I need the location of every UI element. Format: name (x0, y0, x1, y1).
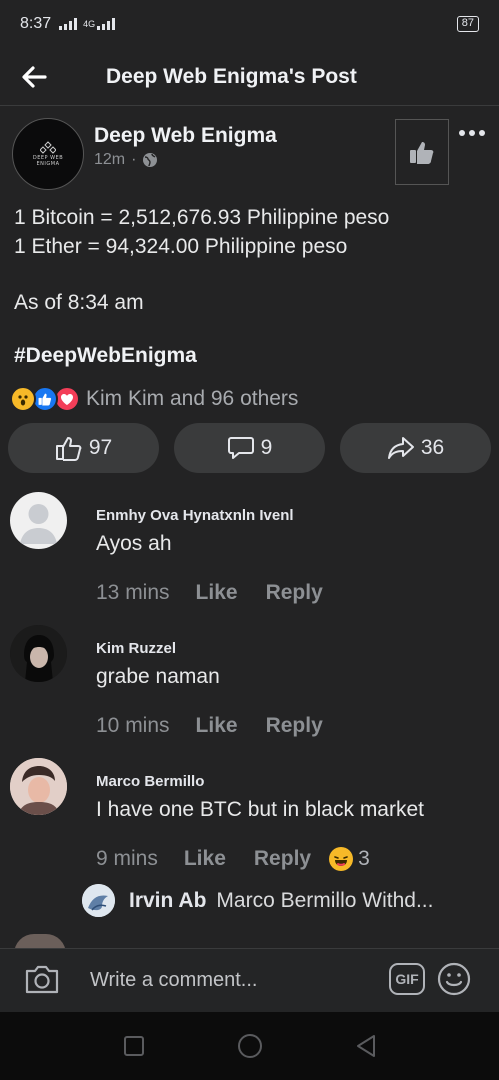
comment-meta: 9 mins Like Reply 3 (96, 847, 370, 871)
reply-preview[interactable]: Irvin Ab Marco Bermillo Withd... (82, 884, 433, 917)
status-time: 8:37 (20, 15, 52, 32)
post-meta: 12m · (94, 151, 158, 169)
reactions-text: Kim Kim and 96 others (86, 387, 299, 410)
comment-time: 9 mins (96, 847, 158, 870)
default-avatar-icon (20, 504, 57, 544)
comment-reply-button[interactable]: Reply (266, 714, 323, 738)
arrow-left-icon (22, 65, 47, 88)
comment-like-button[interactable]: Like (184, 847, 226, 871)
emoji-button[interactable] (436, 961, 472, 1002)
comment-composer: Write a comment... GIF (0, 948, 499, 1012)
comment-time: 10 mins (96, 714, 170, 737)
like-count: 97 (88, 436, 113, 459)
status-bar: 8:37 4G 87 (0, 0, 499, 48)
signal-icon (59, 18, 78, 30)
page-avatar[interactable]: DEEP WEB ENIGMA (12, 118, 84, 190)
back-nav-icon[interactable] (355, 1034, 377, 1058)
camera-icon (25, 965, 59, 994)
recents-icon[interactable] (123, 1035, 145, 1057)
page-title: Deep Web Enigma's Post (106, 64, 357, 88)
logo-icon (40, 141, 56, 154)
comment-meta: 13 mins Like Reply (96, 581, 323, 605)
post-header: DEEP WEB ENIGMA Deep Web Enigma 12m · (10, 116, 489, 192)
user-photo-icon (10, 625, 67, 682)
comment-reply-button[interactable]: Reply (254, 847, 311, 871)
comment-author[interactable]: Marco Bermillo (96, 773, 204, 790)
comment-count: 9 (260, 436, 273, 459)
reply-avatar (82, 884, 115, 917)
globe-icon (143, 153, 158, 167)
system-nav-bar (0, 1012, 499, 1080)
battery-icon: 87 (456, 16, 479, 32)
comment-text: I have one BTC but in black market (96, 798, 424, 821)
reply-text: Marco Bermillo Withd... (216, 888, 434, 912)
page-name[interactable]: Deep Web Enigma (94, 124, 277, 148)
more-options-button[interactable] (454, 130, 490, 136)
share-arrow-icon (387, 437, 414, 459)
haha-reaction-icon[interactable] (329, 847, 354, 871)
reply-author: Irvin Ab (129, 888, 207, 912)
post-line: 1 Ether = 94,324.00 Philippine peso (14, 235, 348, 258)
comment-author[interactable]: Kim Ruzzel (96, 640, 176, 657)
post-text: 1 Bitcoin = 2,512,676.93 Philippine peso… (14, 203, 389, 317)
comment-meta: 10 mins Like Reply (96, 714, 323, 738)
comment-time: 13 mins (96, 581, 170, 604)
comment-reaction-count: 3 (358, 847, 370, 870)
network-type: 4G (83, 19, 96, 29)
user-photo-icon (10, 758, 67, 815)
dot-icon (479, 130, 485, 136)
dot-icon (469, 130, 475, 136)
signal-icon-2 (97, 18, 116, 30)
thumbs-up-outline-icon (55, 437, 82, 461)
thumbs-up-icon (410, 142, 434, 164)
smiley-icon (437, 962, 471, 996)
comment-author[interactable]: Enmhy Ova Hynatxnln Ivenl (96, 507, 294, 524)
post-actions: 97 9 36 (8, 423, 491, 473)
share-button[interactable]: 36 (340, 423, 491, 473)
hashtag-link[interactable]: #DeepWebEnigma (14, 344, 197, 368)
meta-dot: · (131, 151, 137, 168)
home-icon[interactable] (237, 1033, 263, 1059)
comment-button[interactable]: 9 (174, 423, 325, 473)
comment-like-button[interactable]: Like (196, 581, 238, 605)
comment-text: grabe naman (96, 665, 220, 688)
like-page-button[interactable] (395, 119, 449, 185)
reactions-summary[interactable]: Kim Kim and 96 others (10, 384, 298, 414)
avatar-logo-text: DEEP WEB ENIGMA (32, 155, 64, 167)
wow-icon (10, 386, 36, 412)
post-line: 1 Bitcoin = 2,512,676.93 Philippine peso (14, 206, 390, 229)
avatar[interactable] (10, 492, 67, 549)
back-button[interactable] (16, 59, 52, 95)
top-app-bar: Deep Web Enigma's Post (0, 48, 499, 106)
post-time[interactable]: 12m (94, 151, 125, 169)
post-line: As of 8:34 am (14, 291, 144, 314)
gif-button[interactable]: GIF (389, 963, 425, 995)
like-button[interactable]: 97 (8, 423, 159, 473)
comment-like-button[interactable]: Like (196, 714, 238, 738)
comment-reply-button[interactable]: Reply (266, 581, 323, 605)
avatar[interactable] (10, 625, 67, 682)
comment-bubble-icon (227, 437, 254, 459)
user-photo-icon (82, 884, 115, 917)
dot-icon (459, 130, 465, 136)
comment-text: Ayos ah (96, 532, 172, 555)
comment-input[interactable]: Write a comment... (90, 969, 257, 992)
camera-button[interactable] (24, 963, 60, 1000)
share-count: 36 (420, 436, 445, 459)
avatar[interactable] (10, 758, 67, 815)
